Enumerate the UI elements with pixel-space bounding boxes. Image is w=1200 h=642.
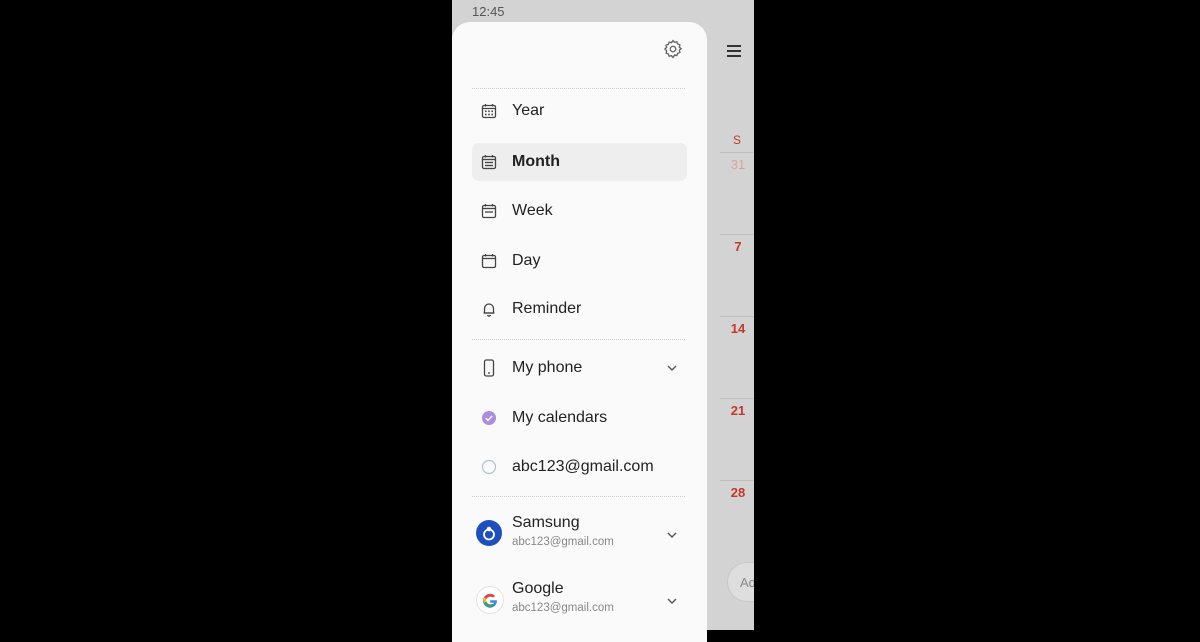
view-week-item[interactable]: Week: [472, 192, 687, 230]
view-week-label: Week: [512, 202, 553, 219]
google-account-item[interactable]: Google abc123@gmail.com: [472, 576, 687, 626]
samsung-account-item[interactable]: Samsung abc123@gmail.com: [472, 510, 687, 560]
view-year-item[interactable]: Year: [472, 92, 687, 130]
google-logo-icon: [476, 586, 504, 614]
divider: [472, 339, 685, 340]
view-month-label: Month: [512, 153, 560, 170]
week-divider: [720, 480, 754, 481]
my-calendars-label: My calendars: [512, 409, 608, 426]
phone-icon: [472, 359, 506, 377]
date-cell[interactable]: 14: [724, 321, 752, 336]
my-phone-label: My phone: [512, 359, 583, 376]
reminder-label: Reminder: [512, 300, 582, 317]
google-account-email: abc123@gmail.com: [512, 602, 614, 614]
gear-icon[interactable]: [662, 38, 684, 60]
navigation-drawer: Year Month Week Day Reminder My phone My…: [452, 22, 707, 642]
week-divider: [720, 398, 754, 399]
unchecked-circle-icon[interactable]: [472, 459, 506, 475]
samsung-account-email: abc123@gmail.com: [512, 536, 614, 548]
calendar-month-icon: [472, 154, 506, 170]
samsung-account-name: Samsung: [512, 514, 580, 531]
my-calendars-item[interactable]: My calendars: [472, 399, 687, 437]
status-time: 12:45: [472, 4, 505, 19]
hamburger-menu-icon[interactable]: [724, 42, 744, 62]
view-year-label: Year: [512, 102, 545, 119]
gmail-calendar-item[interactable]: abc123@gmail.com: [472, 448, 687, 486]
add-event-input[interactable]: Ad: [727, 562, 754, 602]
my-phone-item[interactable]: My phone: [472, 349, 687, 387]
divider: [472, 88, 685, 89]
view-day-item[interactable]: Day: [472, 242, 687, 280]
chevron-down-icon[interactable]: [665, 594, 679, 608]
divider: [472, 496, 685, 497]
reminder-item[interactable]: Reminder: [472, 290, 687, 328]
gmail-calendar-label: abc123@gmail.com: [512, 458, 654, 475]
chevron-down-icon[interactable]: [665, 528, 679, 542]
date-cell[interactable]: 31: [724, 157, 752, 172]
week-divider: [720, 152, 754, 153]
week-divider: [720, 316, 754, 317]
view-month-item[interactable]: Month: [472, 143, 687, 181]
calendar-week-icon: [472, 203, 506, 219]
date-cell[interactable]: 21: [724, 403, 752, 418]
calendar-day-icon: [472, 253, 506, 269]
calendar-grid-icon: [472, 103, 506, 119]
week-divider: [720, 234, 754, 235]
date-cell[interactable]: 7: [724, 239, 752, 254]
date-cell[interactable]: 28: [724, 485, 752, 500]
chevron-down-icon[interactable]: [665, 361, 679, 375]
view-day-label: Day: [512, 252, 541, 269]
samsung-logo-icon: [476, 520, 502, 546]
checked-circle-icon[interactable]: [472, 410, 506, 426]
sunday-header: S: [733, 133, 742, 147]
bell-icon: [472, 301, 506, 317]
google-account-name: Google: [512, 580, 564, 597]
